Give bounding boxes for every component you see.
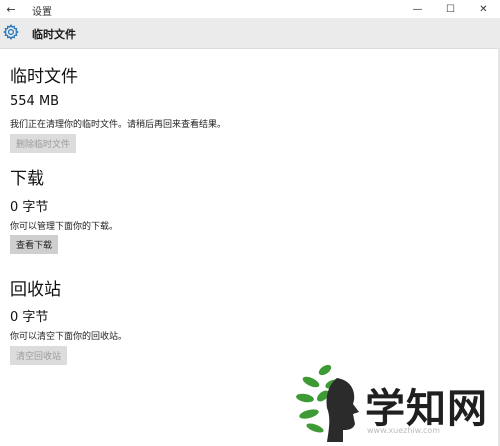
maximize-button[interactable]: ☐ — [434, 0, 467, 18]
back-button[interactable]: ← — [0, 0, 22, 18]
temp-section-title: 临时文件 — [10, 67, 78, 87]
leaf-head-logo — [296, 364, 359, 442]
delete-temp-files-button[interactable]: 删除临时文件 — [10, 134, 77, 153]
minimize-button[interactable]: — — [401, 0, 434, 18]
watermark: 学知网 www.xuezhiw.com — [293, 358, 498, 444]
watermark-url: www.xuezhiw.com — [367, 426, 441, 435]
empty-recycle-bin-button[interactable]: 清空回收站 — [10, 346, 68, 365]
window-title: 设置 — [32, 7, 52, 18]
page-header-title: 临时文件 — [32, 28, 76, 41]
close-button[interactable]: ✕ — [467, 0, 500, 18]
view-downloads-button[interactable]: 查看下载 — [10, 235, 59, 254]
page-header: 临时文件 — [0, 18, 500, 49]
recycle-description: 你可以清空下面你的回收站。 — [10, 332, 128, 342]
downloads-description: 你可以管理下面你的下载。 — [10, 222, 119, 232]
back-arrow-icon: ← — [6, 2, 16, 16]
temp-size: 554 MB — [10, 94, 60, 109]
gear-icon — [3, 24, 19, 40]
maximize-icon: ☐ — [446, 3, 455, 15]
downloads-section-title: 下载 — [10, 169, 44, 189]
recycle-section-title: 回收站 — [10, 280, 61, 300]
title-bar: ← 设置 — ☐ ✕ — [0, 0, 500, 18]
close-icon: ✕ — [479, 3, 488, 15]
minimize-icon: — — [412, 3, 423, 15]
recycle-size: 0 字节 — [10, 310, 49, 325]
window-controls: — ☐ ✕ — [401, 0, 500, 18]
temp-description: 我们正在清理你的临时文件。请稍后再回来查看结果。 — [10, 120, 227, 130]
downloads-size: 0 字节 — [10, 200, 49, 215]
